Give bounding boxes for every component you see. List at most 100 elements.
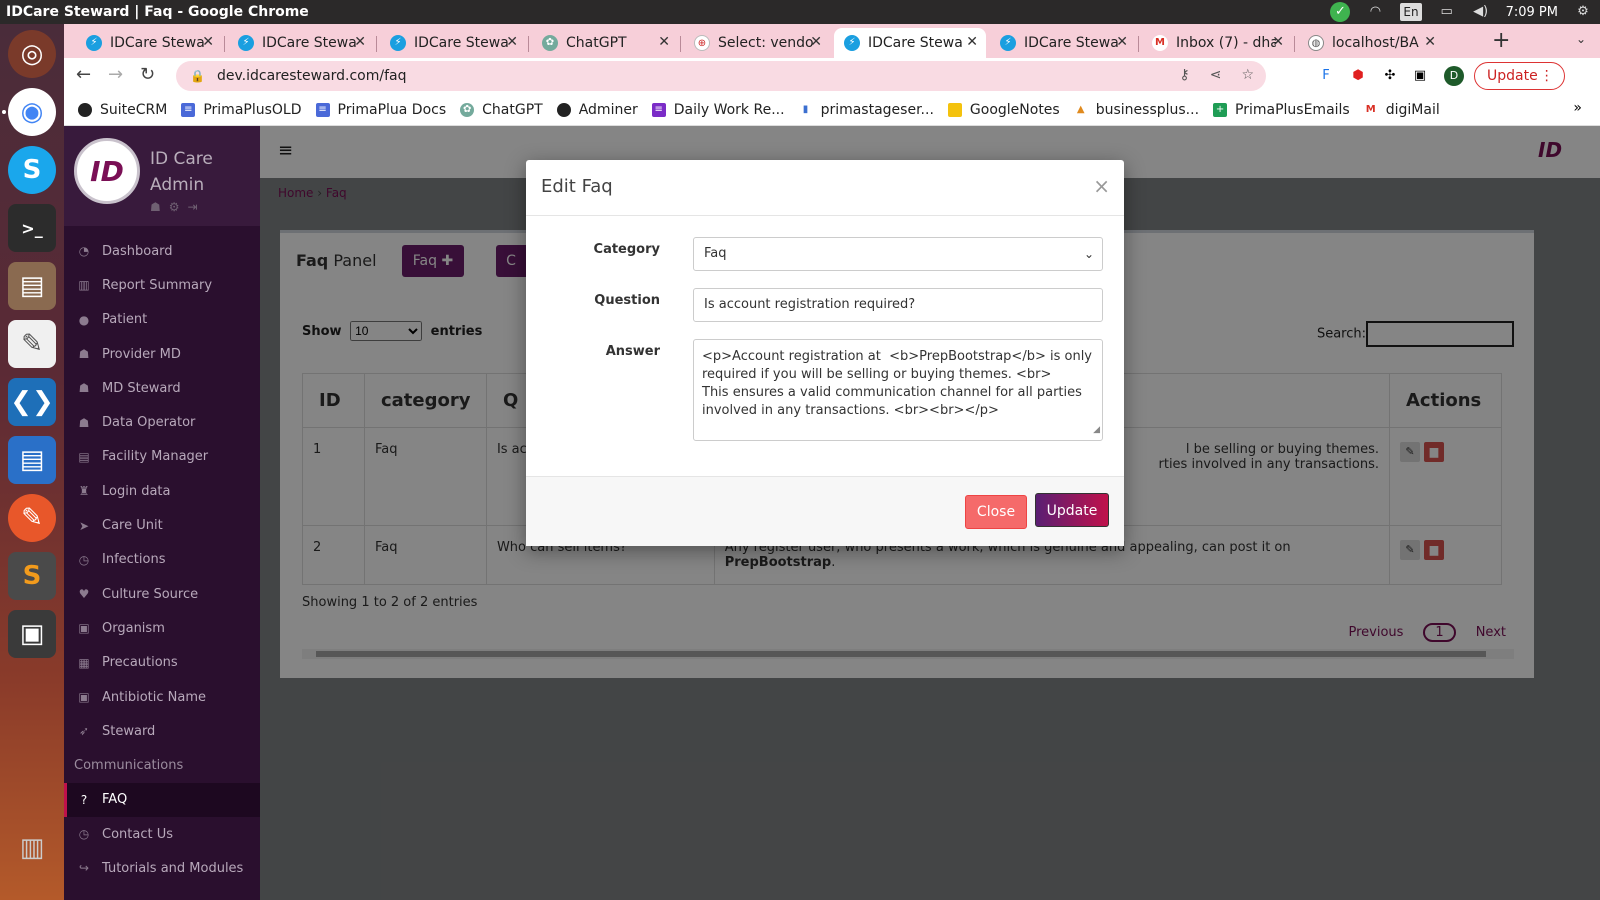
profile-avatar[interactable]: D xyxy=(1444,66,1464,86)
sidebar-item-data-operator[interactable]: ☗ Data Operator xyxy=(64,405,260,439)
tab-close-icon[interactable]: ✕ xyxy=(1272,34,1284,50)
url-text[interactable]: dev.idcaresteward.com/faq xyxy=(217,68,407,84)
tab-close-icon[interactable]: ✕ xyxy=(658,34,670,50)
bookmark-item[interactable]: MdigiMail xyxy=(1363,101,1440,118)
sidebar-item-infections[interactable]: ◷ Infections xyxy=(64,543,260,577)
sidebar-item-steward[interactable]: ➶ Steward xyxy=(64,714,260,748)
tab-close-icon[interactable]: ✕ xyxy=(354,34,366,50)
sidebar-item-report-summary[interactable]: ▥ Report Summary xyxy=(64,268,260,302)
modal-close-icon[interactable]: × xyxy=(1093,174,1110,198)
skype-icon[interactable]: S xyxy=(8,146,56,194)
sidebar-item-provider-md[interactable]: ☗ Provider MD xyxy=(64,337,260,371)
tab-close-icon[interactable]: ✕ xyxy=(202,34,214,50)
browser-tab[interactable]: ⚡ IDCare Stewa ✕ xyxy=(76,28,222,58)
language-indicator[interactable]: En xyxy=(1400,3,1422,21)
bookmark-item[interactable]: ✿ ChatGPT xyxy=(460,102,543,118)
sidebar-item-md-steward[interactable]: ☗ MD Steward xyxy=(64,371,260,405)
browser-tab-active[interactable]: ⚡ IDCare Stewa ✕ xyxy=(834,28,986,58)
tab-close-icon[interactable]: ✕ xyxy=(810,34,822,50)
sidebar-item-organism[interactable]: ▣ Organism xyxy=(64,611,260,645)
browser-tab[interactable]: ⚡ IDCare Stewa ✕ xyxy=(380,28,526,58)
forward-arrow-icon[interactable]: → xyxy=(108,64,123,85)
extensions-puzzle-icon[interactable]: ✣ xyxy=(1380,66,1400,86)
user-profile-icon[interactable]: ☗ xyxy=(150,200,161,214)
sidebar-item-facility-manager[interactable]: ▤ Facility Manager xyxy=(64,440,260,474)
chrome-update-button[interactable]: Update ⋮ xyxy=(1474,62,1565,90)
ubuntu-dock: ◎ ◉ S >_ ▤ ✎ ❮❯ ▤ ✎ S ▣ ▥ xyxy=(0,24,64,900)
sidebar-item-care-unit[interactable]: ➤ Care Unit xyxy=(64,508,260,542)
more-bookmarks-chevron-icon[interactable]: » xyxy=(1573,100,1582,116)
update-check-icon[interactable]: ✓ xyxy=(1330,2,1351,22)
bookmark-item[interactable]: ≡ Daily Work Re... xyxy=(651,102,785,118)
extension-shield-icon[interactable]: ⬢ xyxy=(1348,66,1368,86)
tab-separator xyxy=(376,36,377,52)
bookmark-item[interactable]: ▮ primastageser... xyxy=(798,102,934,118)
bookmark-label: digiMail xyxy=(1385,101,1440,118)
sidebar-item-contact-us[interactable]: ◷ Contact Us xyxy=(64,817,260,851)
browser-tab[interactable]: ⊕ Select: vendo ✕ xyxy=(684,28,830,58)
volume-icon[interactable]: ◀) xyxy=(1472,4,1490,20)
logout-icon[interactable]: ⇥ xyxy=(188,200,198,214)
sidebar-item-dashboard[interactable]: ◔ Dashboard xyxy=(64,234,260,268)
close-button[interactable]: Close xyxy=(965,495,1027,529)
files-icon[interactable]: ▤ xyxy=(8,262,56,310)
resize-grip-icon[interactable]: ◢ xyxy=(1093,421,1100,439)
browser-tab[interactable]: ⚡ IDCare Stewa ✕ xyxy=(990,28,1136,58)
side-panel-icon[interactable]: ▣ xyxy=(1410,66,1430,86)
update-button[interactable]: Update xyxy=(1035,493,1109,527)
battery-icon[interactable]: ▭ xyxy=(1438,4,1456,20)
bookmark-label: businessplus... xyxy=(1095,101,1200,118)
clock[interactable]: 7:09 PM xyxy=(1506,5,1558,20)
share-icon[interactable]: ⋖ xyxy=(1210,67,1222,83)
postman-icon[interactable]: ✎ xyxy=(8,494,56,542)
ubuntu-logo-icon[interactable]: ◎ xyxy=(8,30,56,78)
trash-icon[interactable]: ▥ xyxy=(8,824,56,872)
reload-icon[interactable]: ↻ xyxy=(140,64,155,85)
sidebar-item-precautions[interactable]: ▦ Precautions xyxy=(64,646,260,680)
answer-textarea[interactable]: <p>Account registration at <b>PrepBootst… xyxy=(693,339,1103,441)
browser-tab[interactable]: ✿ ChatGPT ✕ xyxy=(532,28,678,58)
bookmark-star-icon[interactable]: ☆ xyxy=(1241,67,1254,83)
bookmark-item[interactable]: + PrimaPlusEmails xyxy=(1213,102,1350,118)
sidebar-item-faq[interactable]: ? FAQ xyxy=(64,782,260,818)
category-select[interactable]: Faq ⌄ xyxy=(693,237,1103,271)
tab-close-icon[interactable]: ✕ xyxy=(1116,34,1128,50)
sidebar-item-patient[interactable]: ● Patient xyxy=(64,303,260,337)
sublime-icon[interactable]: S xyxy=(8,552,56,600)
sidebar-item-tutorials[interactable]: ↪ Tutorials and Modules xyxy=(64,851,260,885)
writer-icon[interactable]: ▤ xyxy=(8,436,56,484)
bookmark-item[interactable]: Adminer xyxy=(556,102,638,118)
chrome-icon[interactable]: ◉ xyxy=(8,88,56,136)
address-bar[interactable]: 🔒 dev.idcaresteward.com/faq ⚷ ⋖ ☆ xyxy=(176,61,1266,91)
sidebar-item-antibiotic-name[interactable]: ▣ Antibiotic Name xyxy=(64,680,260,714)
bookmark-item[interactable]: GoogleNotes xyxy=(947,102,1060,118)
tab-close-icon[interactable]: ✕ xyxy=(1424,34,1436,50)
settings-gear-icon[interactable]: ⚙ xyxy=(1574,4,1592,20)
bookmark-item[interactable]: ≡ PrimaPlusOLD xyxy=(181,102,302,118)
sidebar-item-login-data[interactable]: ♜ Login data xyxy=(64,474,260,508)
sidebar-item-culture-source[interactable]: ♥ Culture Source xyxy=(64,577,260,611)
vscode-icon[interactable]: ❮❯ xyxy=(8,378,56,426)
bookmark-item[interactable]: ▲ businessplus... xyxy=(1073,101,1200,118)
browser-tab[interactable]: ◍ localhost/BA ✕ xyxy=(1298,28,1444,58)
tab-separator xyxy=(1294,36,1295,52)
settings-gear-icon[interactable]: ⚙ xyxy=(169,200,180,214)
bookmark-item[interactable]: ≡ PrimaPlua Docs xyxy=(315,102,446,118)
tab-close-icon[interactable]: ✕ xyxy=(506,34,518,50)
extension-fi-icon[interactable]: F xyxy=(1316,66,1336,86)
browser-tab[interactable]: M Inbox (7) - dha ✕ xyxy=(1142,28,1292,58)
browser-tab[interactable]: ⚡ IDCare Stewa ✕ xyxy=(228,28,374,58)
question-input[interactable]: Is account registration required? xyxy=(693,288,1103,322)
sidebar-item-label: FAQ xyxy=(102,792,128,808)
bookmark-item[interactable]: SuiteCRM xyxy=(78,102,167,118)
back-arrow-icon[interactable]: ← xyxy=(76,64,91,85)
new-tab-plus-icon[interactable]: + xyxy=(1492,28,1510,53)
lock-icon[interactable]: 🔒 xyxy=(190,69,205,83)
tab-close-icon[interactable]: ✕ xyxy=(966,34,978,50)
tab-search-chevron-icon[interactable]: ⌄ xyxy=(1576,32,1586,46)
key-icon[interactable]: ⚷ xyxy=(1179,67,1189,83)
text-editor-icon[interactable]: ✎ xyxy=(8,320,56,368)
terminal-icon[interactable]: >_ xyxy=(8,204,56,252)
wifi-icon[interactable]: ◠ xyxy=(1366,4,1384,20)
lock-screen-icon[interactable]: ▣ xyxy=(8,610,56,658)
